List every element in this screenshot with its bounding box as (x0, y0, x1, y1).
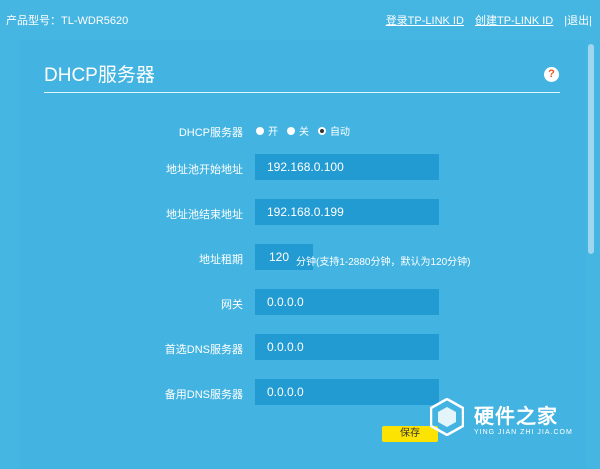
dhcp-on-radio[interactable]: 开 (256, 123, 278, 138)
dhcp-auto-radio[interactable]: 自动 (318, 123, 350, 138)
gateway-input[interactable]: 0.0.0.0 (255, 289, 439, 315)
radio-label-off: 关 (299, 127, 309, 138)
help-icon[interactable]: ? (544, 67, 559, 82)
pool-end-label: 地址池结束地址 (166, 209, 243, 221)
logout-link[interactable]: |退出| (564, 15, 592, 27)
lease-label: 地址租期 (199, 254, 243, 266)
primary-dns-input[interactable]: 0.0.0.0 (255, 334, 439, 360)
dhcp-server-label: DHCP服务器 (178, 127, 243, 139)
watermark: 硬件之家 YING JIAN ZHI JIA.COM (430, 396, 590, 444)
pool-start-label: 地址池开始地址 (166, 164, 243, 176)
watermark-subtitle: YING JIAN ZHI JIA.COM (474, 429, 573, 436)
primary-dns-label: 首选DNS服务器 (164, 344, 243, 356)
lease-hint: 分钟(支持1-2880分钟，默认为120分钟) (296, 257, 471, 268)
watermark-logo-icon (430, 398, 464, 436)
create-tplink-id-link[interactable]: 创建TP-LINK ID (475, 15, 553, 27)
pool-start-input[interactable]: 192.168.0.100 (255, 154, 439, 180)
page-title: DHCP服务器 (44, 65, 155, 86)
secondary-dns-label: 备用DNS服务器 (164, 389, 243, 401)
radio-label-auto: 自动 (330, 127, 350, 138)
gateway-label: 网关 (221, 299, 243, 311)
model-label: 产品型号：TL-WDR5620 (6, 15, 129, 27)
login-tplink-id-link[interactable]: 登录TP-LINK ID (386, 15, 464, 27)
radio-selected-icon (318, 126, 326, 135)
dhcp-mode-radio-group: 开 关 自动 (256, 123, 359, 138)
account-links: 登录TP-LINK ID 创建TP-LINK ID |退出| (378, 12, 592, 28)
radio-dot-icon (256, 126, 264, 135)
top-bar: 产品型号：TL-WDR5620 登录TP-LINK ID 创建TP-LINK I… (0, 0, 600, 34)
radio-label-on: 开 (268, 127, 278, 138)
title-divider (44, 92, 560, 93)
secondary-dns-input[interactable]: 0.0.0.0 (255, 379, 439, 405)
pool-end-input[interactable]: 192.168.0.199 (255, 199, 439, 225)
dhcp-off-radio[interactable]: 关 (287, 123, 309, 138)
radio-dot-icon (287, 126, 295, 135)
watermark-title: 硬件之家 (474, 406, 558, 428)
scrollbar-thumb[interactable] (588, 44, 594, 254)
